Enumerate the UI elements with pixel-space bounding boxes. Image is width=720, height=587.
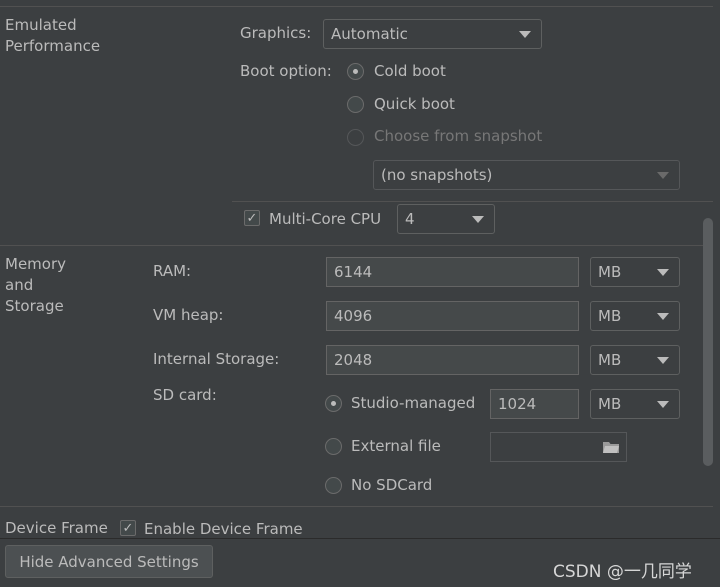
vmheap-value: 4096 bbox=[334, 307, 373, 325]
chevron-down-icon bbox=[657, 313, 669, 320]
section-separator-memory bbox=[0, 245, 713, 246]
cores-value: 4 bbox=[405, 210, 415, 228]
studio-managed-label: Studio-managed bbox=[351, 394, 476, 412]
chevron-down-icon bbox=[657, 357, 669, 364]
section-title-device-frame: Device Frame bbox=[5, 519, 108, 537]
ram-value: 6144 bbox=[334, 263, 373, 281]
radio-cold-boot[interactable] bbox=[347, 63, 364, 80]
sd-size-input[interactable]: 1024 bbox=[490, 389, 579, 419]
ram-unit-dropdown[interactable]: MB bbox=[590, 257, 680, 287]
chevron-down-icon bbox=[657, 401, 669, 408]
vmheap-unit: MB bbox=[598, 307, 622, 325]
choose-snapshot-label: Choose from snapshot bbox=[374, 127, 543, 145]
chevron-down-icon bbox=[519, 31, 531, 38]
graphics-dropdown[interactable]: Automatic bbox=[323, 19, 542, 49]
cold-boot-label: Cold boot bbox=[374, 62, 446, 80]
checkmark-icon: ✓ bbox=[246, 210, 258, 226]
top-separator bbox=[0, 6, 713, 7]
section-title-memory-storage: Memory and Storage bbox=[5, 255, 67, 315]
performance-inner-separator bbox=[232, 201, 713, 202]
hide-advanced-settings-label: Hide Advanced Settings bbox=[19, 552, 199, 571]
sd-unit: MB bbox=[598, 395, 622, 413]
graphics-value: Automatic bbox=[331, 25, 408, 43]
radio-no-sdcard[interactable] bbox=[325, 477, 342, 494]
radio-studio-managed[interactable] bbox=[325, 395, 342, 412]
vmheap-input[interactable]: 4096 bbox=[326, 301, 579, 331]
multicore-checkbox[interactable]: ✓ bbox=[244, 210, 260, 226]
boot-option-label: Boot option: bbox=[240, 62, 332, 80]
chevron-down-icon bbox=[472, 216, 484, 223]
graphics-label: Graphics: bbox=[240, 24, 312, 42]
snapshot-value: (no snapshots) bbox=[381, 166, 493, 184]
ram-input[interactable]: 6144 bbox=[326, 257, 579, 287]
hide-advanced-settings-button[interactable]: Hide Advanced Settings bbox=[5, 545, 213, 578]
folder-icon[interactable] bbox=[603, 441, 619, 453]
internal-storage-value: 2048 bbox=[334, 351, 373, 369]
vertical-scrollbar[interactable] bbox=[703, 218, 713, 466]
ram-label: RAM: bbox=[153, 262, 192, 280]
cores-dropdown[interactable]: 4 bbox=[397, 204, 495, 234]
internal-storage-unit: MB bbox=[598, 351, 622, 369]
watermark: CSDN @一几同学 bbox=[553, 562, 692, 582]
section-separator-device-frame bbox=[0, 506, 713, 507]
section-title-emulated-performance: Emulated Performance bbox=[5, 16, 101, 55]
snapshot-dropdown[interactable]: (no snapshots) bbox=[373, 160, 680, 190]
sdcard-label: SD card: bbox=[153, 386, 217, 404]
chevron-down-icon bbox=[657, 269, 669, 276]
vmheap-unit-dropdown[interactable]: MB bbox=[590, 301, 680, 331]
no-sdcard-label: No SDCard bbox=[351, 476, 433, 494]
enable-device-frame-label: Enable Device Frame bbox=[144, 520, 303, 538]
bottom-separator bbox=[0, 538, 720, 539]
internal-storage-input[interactable]: 2048 bbox=[326, 345, 579, 375]
external-file-label: External file bbox=[351, 437, 441, 455]
checkmark-icon: ✓ bbox=[122, 520, 134, 536]
ram-unit: MB bbox=[598, 263, 622, 281]
radio-quick-boot[interactable] bbox=[347, 96, 364, 113]
internal-storage-label: Internal Storage: bbox=[153, 350, 280, 368]
radio-external-file[interactable] bbox=[325, 438, 342, 455]
multicore-label: Multi-Core CPU bbox=[269, 210, 382, 228]
quick-boot-label: Quick boot bbox=[374, 95, 455, 113]
internal-storage-unit-dropdown[interactable]: MB bbox=[590, 345, 680, 375]
chevron-down-icon bbox=[657, 172, 669, 179]
vmheap-label: VM heap: bbox=[153, 306, 224, 324]
radio-choose-snapshot[interactable] bbox=[347, 129, 364, 146]
external-file-input[interactable] bbox=[490, 432, 627, 462]
sd-size-value: 1024 bbox=[498, 395, 537, 413]
enable-device-frame-checkbox[interactable]: ✓ bbox=[120, 520, 136, 536]
sd-unit-dropdown[interactable]: MB bbox=[590, 389, 680, 419]
